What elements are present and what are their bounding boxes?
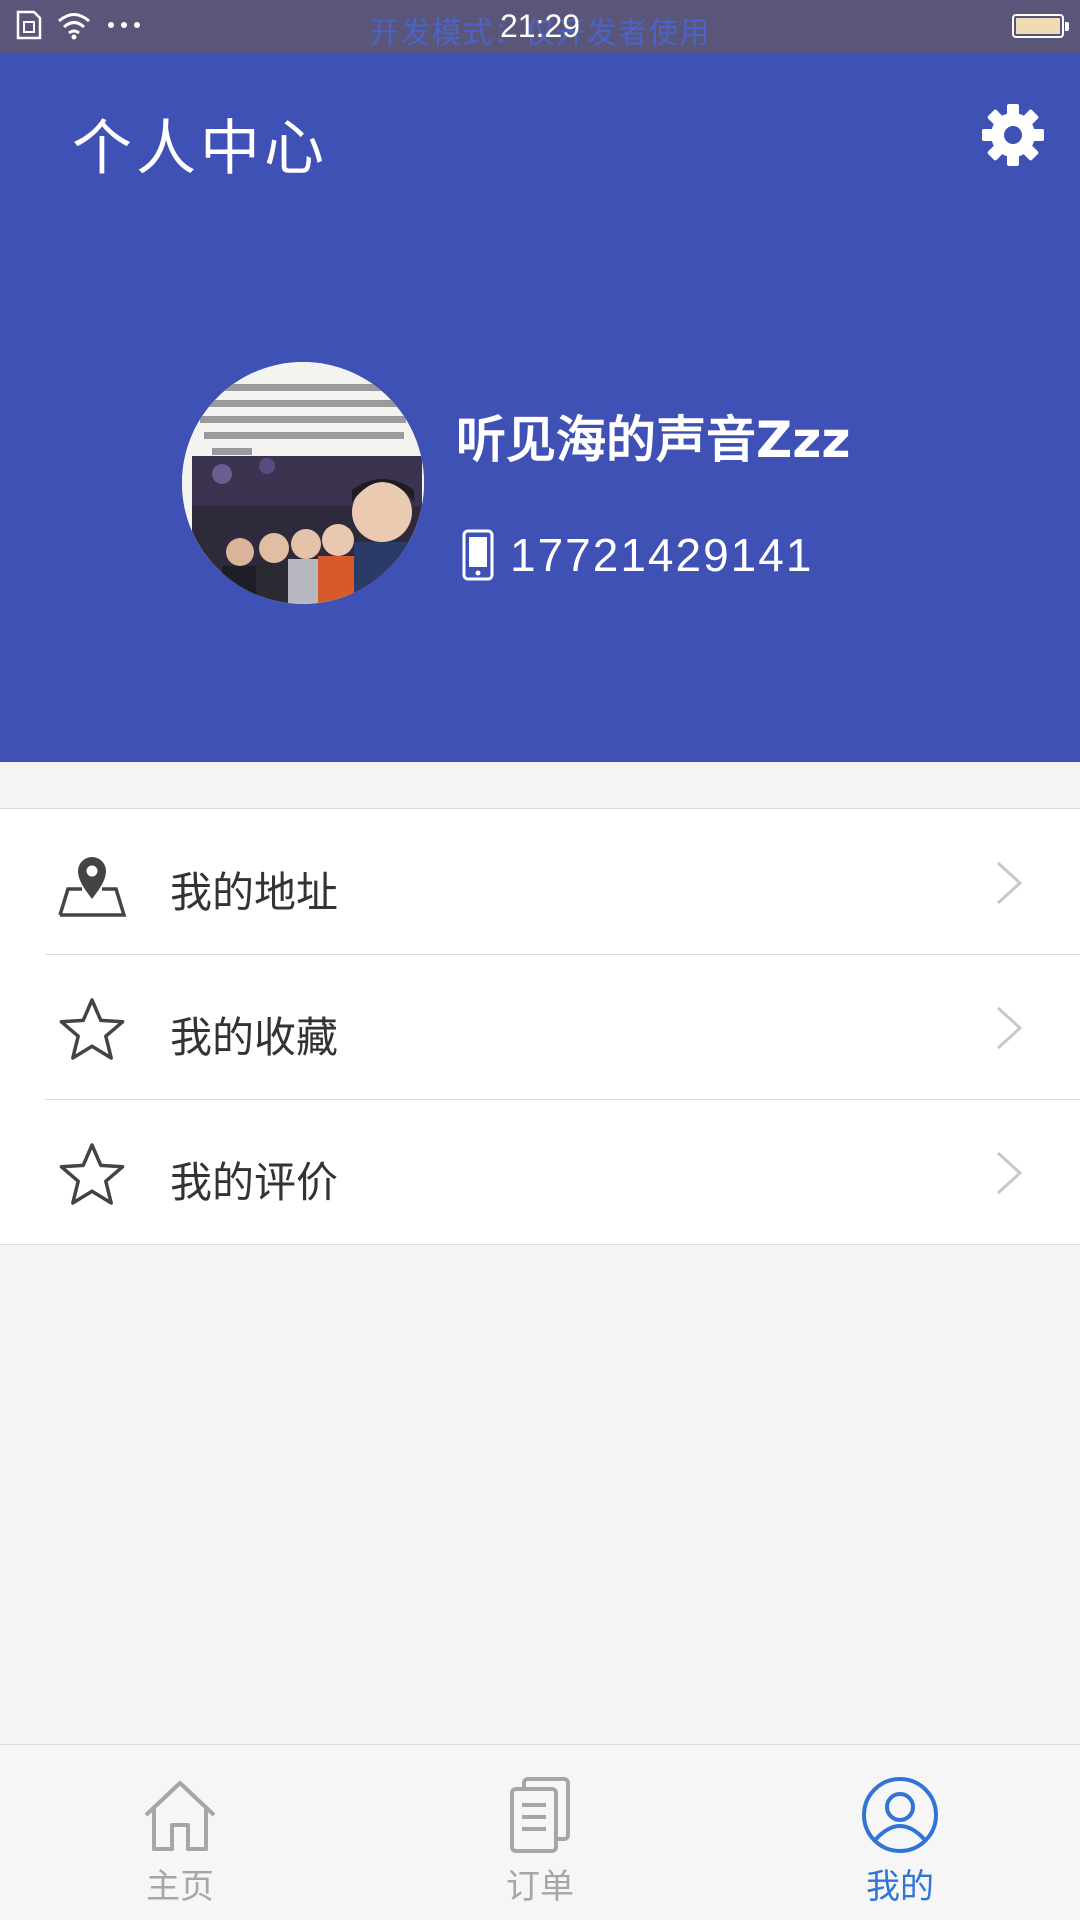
page-title: 个人中心 bbox=[72, 114, 328, 184]
user-icon bbox=[862, 1777, 938, 1853]
menu-item-label: 我的地址 bbox=[170, 868, 339, 917]
tab-label: 订单 bbox=[506, 1867, 574, 1907]
tab-mine[interactable]: 我的 bbox=[720, 1745, 1080, 1920]
menu-item-favorites[interactable]: 我的收藏 bbox=[0, 954, 1080, 1099]
phone-row: 17721429141 bbox=[462, 528, 813, 582]
star-icon bbox=[59, 998, 125, 1060]
battery-icon bbox=[1012, 14, 1069, 38]
chevron-right-icon bbox=[996, 1151, 1023, 1195]
tab-home[interactable]: 主页 bbox=[0, 1745, 360, 1920]
menu-item-label: 我的评价 bbox=[170, 1158, 339, 1207]
chevron-right-icon bbox=[996, 861, 1023, 905]
avatar[interactable] bbox=[182, 362, 424, 604]
status-time: 21:29 bbox=[499, 8, 581, 44]
tab-bar: 主页 订单 我的 bbox=[0, 1744, 1080, 1920]
gear-icon bbox=[982, 104, 1044, 166]
order-list-icon bbox=[510, 1777, 570, 1853]
profile-header: 个人中心 听见海的声音Zzz 17721429141 bbox=[0, 54, 1080, 762]
phone-icon bbox=[462, 529, 494, 581]
phone-number: 17721429141 bbox=[510, 529, 814, 581]
menu-item-reviews[interactable]: 我的评价 bbox=[0, 1099, 1080, 1244]
home-icon bbox=[144, 1781, 216, 1851]
status-bar: 开发模式：仅开发者使用 21:29 bbox=[0, 0, 1080, 54]
map-pin-icon bbox=[58, 857, 127, 917]
star-icon bbox=[59, 1143, 125, 1205]
tab-label: 我的 bbox=[866, 1867, 934, 1907]
tab-orders[interactable]: 订单 bbox=[360, 1745, 720, 1920]
menu-item-address[interactable]: 我的地址 bbox=[0, 809, 1080, 954]
menu-item-label: 我的收藏 bbox=[170, 1013, 339, 1062]
settings-button[interactable] bbox=[980, 102, 1046, 168]
chevron-right-icon bbox=[996, 1006, 1023, 1050]
tab-label: 主页 bbox=[146, 1867, 214, 1907]
username: 听见海的声音Zzz bbox=[456, 411, 851, 469]
menu-list: 我的地址 我的收藏 我的评价 bbox=[0, 808, 1080, 1245]
